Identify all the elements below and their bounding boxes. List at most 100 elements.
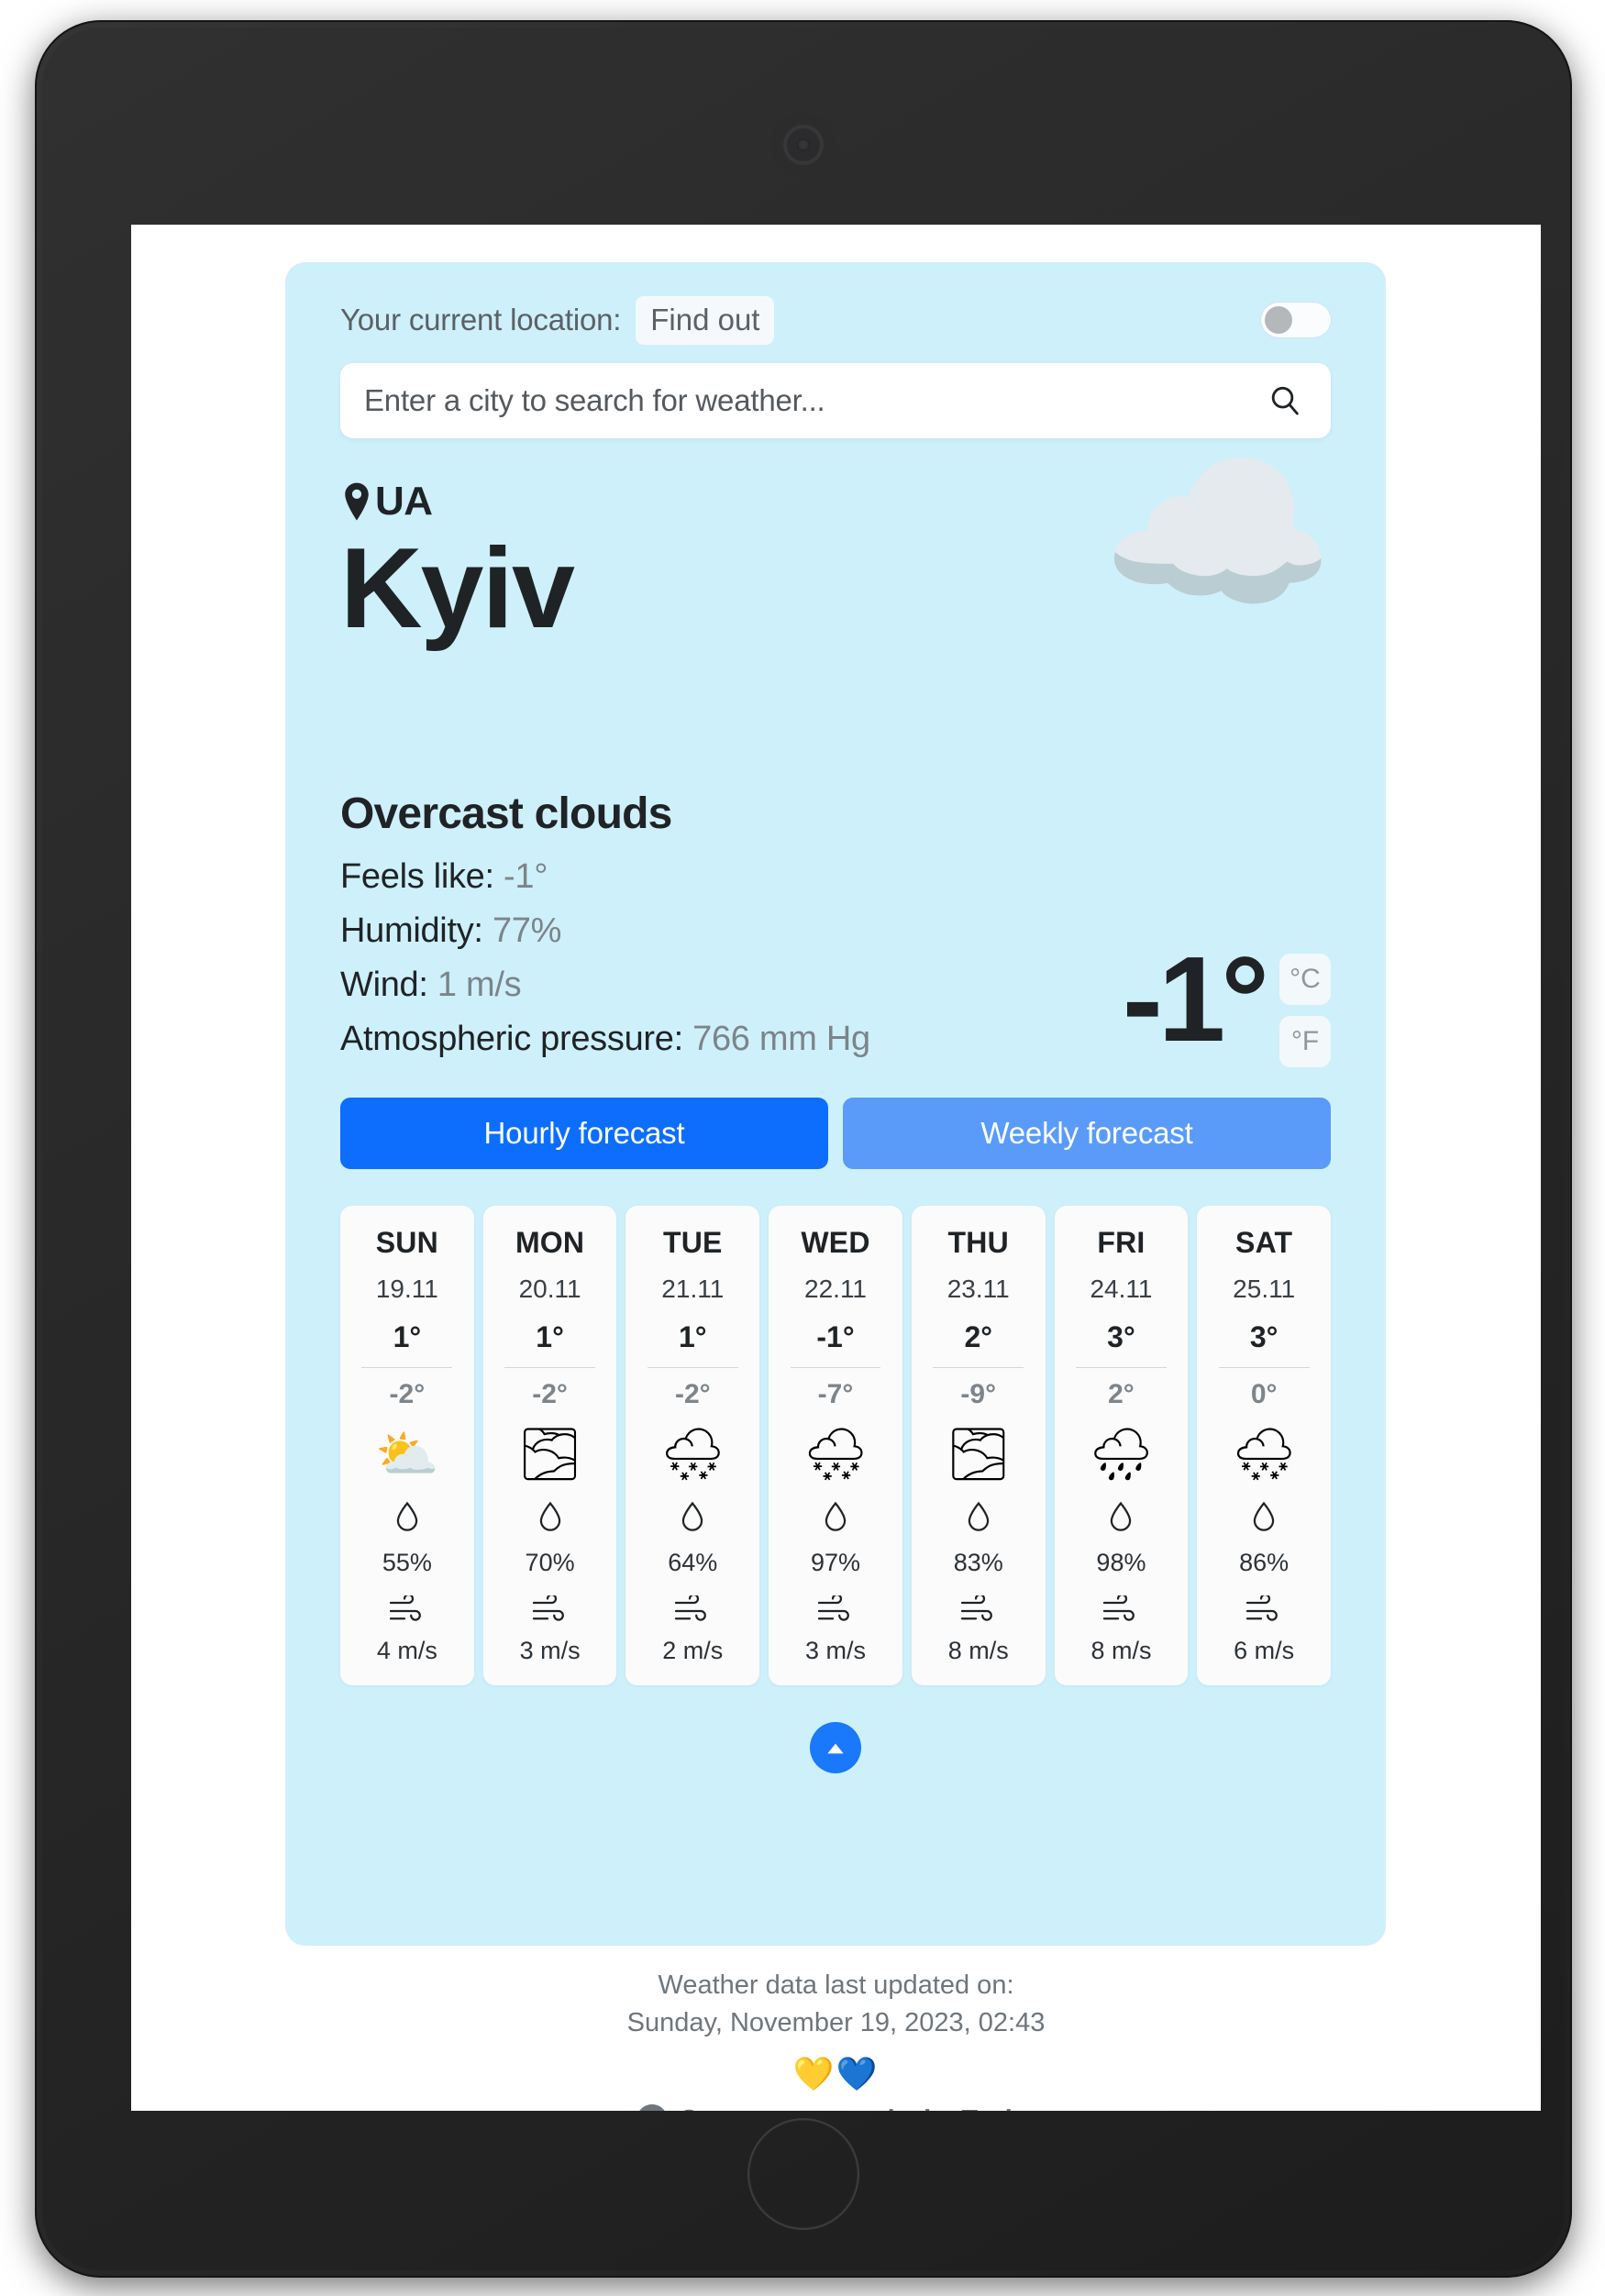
forecast-humidity: 55% (382, 1548, 432, 1576)
forecast-weather-icon: 🌫 (517, 1424, 583, 1483)
forecast-weather-icon: 🌨 (1231, 1424, 1297, 1483)
current-location-label: Your current location: (340, 303, 622, 337)
forecast-day-name: SUN (375, 1225, 438, 1259)
forecast-divider (647, 1366, 738, 1368)
forecast-wind: 6 m/s (1234, 1636, 1295, 1664)
humidity-drop-icon (677, 1500, 708, 1543)
forecast-divider (361, 1366, 453, 1368)
forecast-day-card[interactable]: FRI 24.11 3° 2° 🌧 98% 8 m/s (1054, 1205, 1189, 1685)
forecast-day-name: WED (801, 1225, 870, 1259)
tablet-device-frame: Your current location: Find out Enter a … (35, 20, 1572, 2278)
forecast-temp-max: 3° (1249, 1319, 1278, 1353)
search-icon (1271, 386, 1299, 415)
forecast-wind: 3 m/s (805, 1636, 867, 1664)
forecast-temp-max: 1° (679, 1319, 707, 1353)
forecast-humidity: 70% (525, 1548, 575, 1576)
forecast-day-card[interactable]: WED 22.11 -1° -7° 🌨 97% 3 m/s (769, 1205, 902, 1685)
geolocation-toggle-knob (1265, 306, 1292, 334)
last-updated-label: Weather data last updated on: (658, 1970, 1014, 2000)
celsius-button[interactable]: °C (1279, 954, 1331, 1005)
app-footer: Weather data last updated on: Sunday, No… (131, 1967, 1541, 2111)
forecast-divider (1218, 1366, 1310, 1368)
geolocation-toggle[interactable] (1261, 303, 1331, 337)
forecast-day-date: 22.11 (804, 1274, 868, 1303)
forecast-humidity: 64% (668, 1548, 718, 1576)
tab-hourly-forecast[interactable]: Hourly forecast (340, 1097, 828, 1169)
forecast-day-date: 25.11 (1233, 1274, 1296, 1303)
forecast-temp-max: 1° (393, 1319, 422, 1353)
forecast-temp-min: -9° (960, 1378, 997, 1409)
home-button[interactable] (747, 2118, 859, 2230)
pressure-label: Atmospheric pressure: (340, 1019, 693, 1058)
forecast-humidity: 83% (953, 1548, 1003, 1576)
forecast-day-date: 23.11 (946, 1274, 1010, 1303)
pressure-value: 766 mm Hg (692, 1019, 870, 1058)
github-icon (639, 2104, 665, 2111)
wind-icon (1101, 1593, 1140, 1631)
forecast-temp-max: 3° (1107, 1319, 1135, 1353)
forecast-day-name: FRI (1097, 1225, 1146, 1259)
forecast-temp-min: 0° (1250, 1378, 1278, 1409)
weather-app-card: Your current location: Find out Enter a … (285, 262, 1386, 1946)
location-pin-icon (345, 482, 369, 521)
forecast-weather-icon: 🌧 (1088, 1424, 1154, 1483)
humidity-drop-icon (963, 1500, 994, 1543)
current-temperature: -1° (1122, 932, 1269, 1066)
forecast-temp-max: -1° (816, 1319, 855, 1353)
wind-icon (1245, 1593, 1283, 1631)
forecast-weather-icon: 🌨 (802, 1424, 869, 1483)
wind-label: Wind: (340, 965, 437, 1004)
search-button[interactable] (1263, 382, 1307, 419)
forecast-tab-group: Hourly forecast Weekly forecast (340, 1097, 1331, 1169)
ukraine-hearts-icon: 💛💙 (792, 2055, 880, 2093)
humidity-drop-icon (820, 1500, 851, 1543)
forecast-temp-max: 1° (536, 1319, 564, 1353)
feels-like-value: -1° (504, 856, 548, 896)
forecast-day-card[interactable]: SUN 19.11 1° -2° ⛅ 55% 4 m/s (340, 1205, 474, 1685)
forecast-day-card[interactable]: MON 20.11 1° -2° 🌫 70% 3 m/s (482, 1205, 617, 1685)
humidity-drop-icon (1248, 1500, 1279, 1543)
forecast-humidity: 98% (1096, 1548, 1146, 1576)
humidity-drop-icon (1105, 1500, 1136, 1543)
forecast-temp-min: -2° (532, 1378, 568, 1409)
humidity-value: 77% (492, 911, 562, 950)
last-updated-value: Sunday, November 19, 2023, 02:43 (626, 2008, 1046, 2038)
forecast-day-card[interactable]: SAT 25.11 3° 0° 🌨 86% 6 m/s (1197, 1205, 1332, 1685)
weekly-forecast-list: SUN 19.11 1° -2° ⛅ 55% 4 m/s MON 20.11 1° -2° 🌫 70% 3… (340, 1205, 1332, 1685)
forecast-weather-icon: ⛅ (374, 1424, 439, 1483)
forecast-day-date: 19.11 (375, 1274, 438, 1303)
credit-row[interactable]: Open-source code, by Tasita (131, 2104, 1541, 2111)
tab-weekly-forecast[interactable]: Weekly forecast (843, 1097, 1331, 1169)
front-camera-icon (787, 128, 820, 161)
forecast-day-card[interactable]: THU 23.11 2° -9° 🌫 83% 8 m/s (911, 1205, 1046, 1685)
search-input[interactable] (364, 383, 1263, 418)
forecast-day-date: 20.11 (518, 1274, 581, 1303)
forecast-divider (1075, 1366, 1167, 1368)
scroll-to-top-button[interactable] (810, 1721, 861, 1773)
wind-icon (959, 1593, 998, 1631)
forecast-day-name: SAT (1235, 1225, 1293, 1259)
condition-text: Overcast clouds (340, 789, 672, 838)
humidity-label: Humidity: (340, 911, 493, 950)
feels-like-label: Feels like: (340, 856, 504, 896)
wind-icon (531, 1593, 570, 1631)
humidity-drop-icon (392, 1500, 423, 1543)
overcast-clouds-icon: ☁️ (1100, 427, 1336, 638)
forecast-humidity: 97% (810, 1548, 861, 1576)
humidity-drop-icon (535, 1500, 566, 1543)
forecast-day-card[interactable]: TUE 21.11 1° -2° 🌨 64% 2 m/s (625, 1205, 760, 1685)
forecast-wind: 2 m/s (662, 1636, 724, 1664)
country-code: UA (375, 479, 433, 524)
wind-icon (673, 1593, 712, 1631)
current-location-row: Your current location: Find out (340, 292, 1331, 348)
forecast-wind: 8 m/s (947, 1636, 1009, 1664)
forecast-day-name: TUE (662, 1225, 723, 1259)
find-out-button[interactable]: Find out (636, 295, 775, 345)
unit-switch: °C °F (1279, 954, 1331, 1067)
forecast-wind: 8 m/s (1090, 1636, 1152, 1664)
fahrenheit-button[interactable]: °F (1279, 1016, 1331, 1067)
wind-icon (388, 1593, 426, 1631)
forecast-wind: 4 m/s (376, 1636, 437, 1664)
wind-value: 1 m/s (437, 965, 522, 1004)
wind-icon (816, 1593, 855, 1631)
